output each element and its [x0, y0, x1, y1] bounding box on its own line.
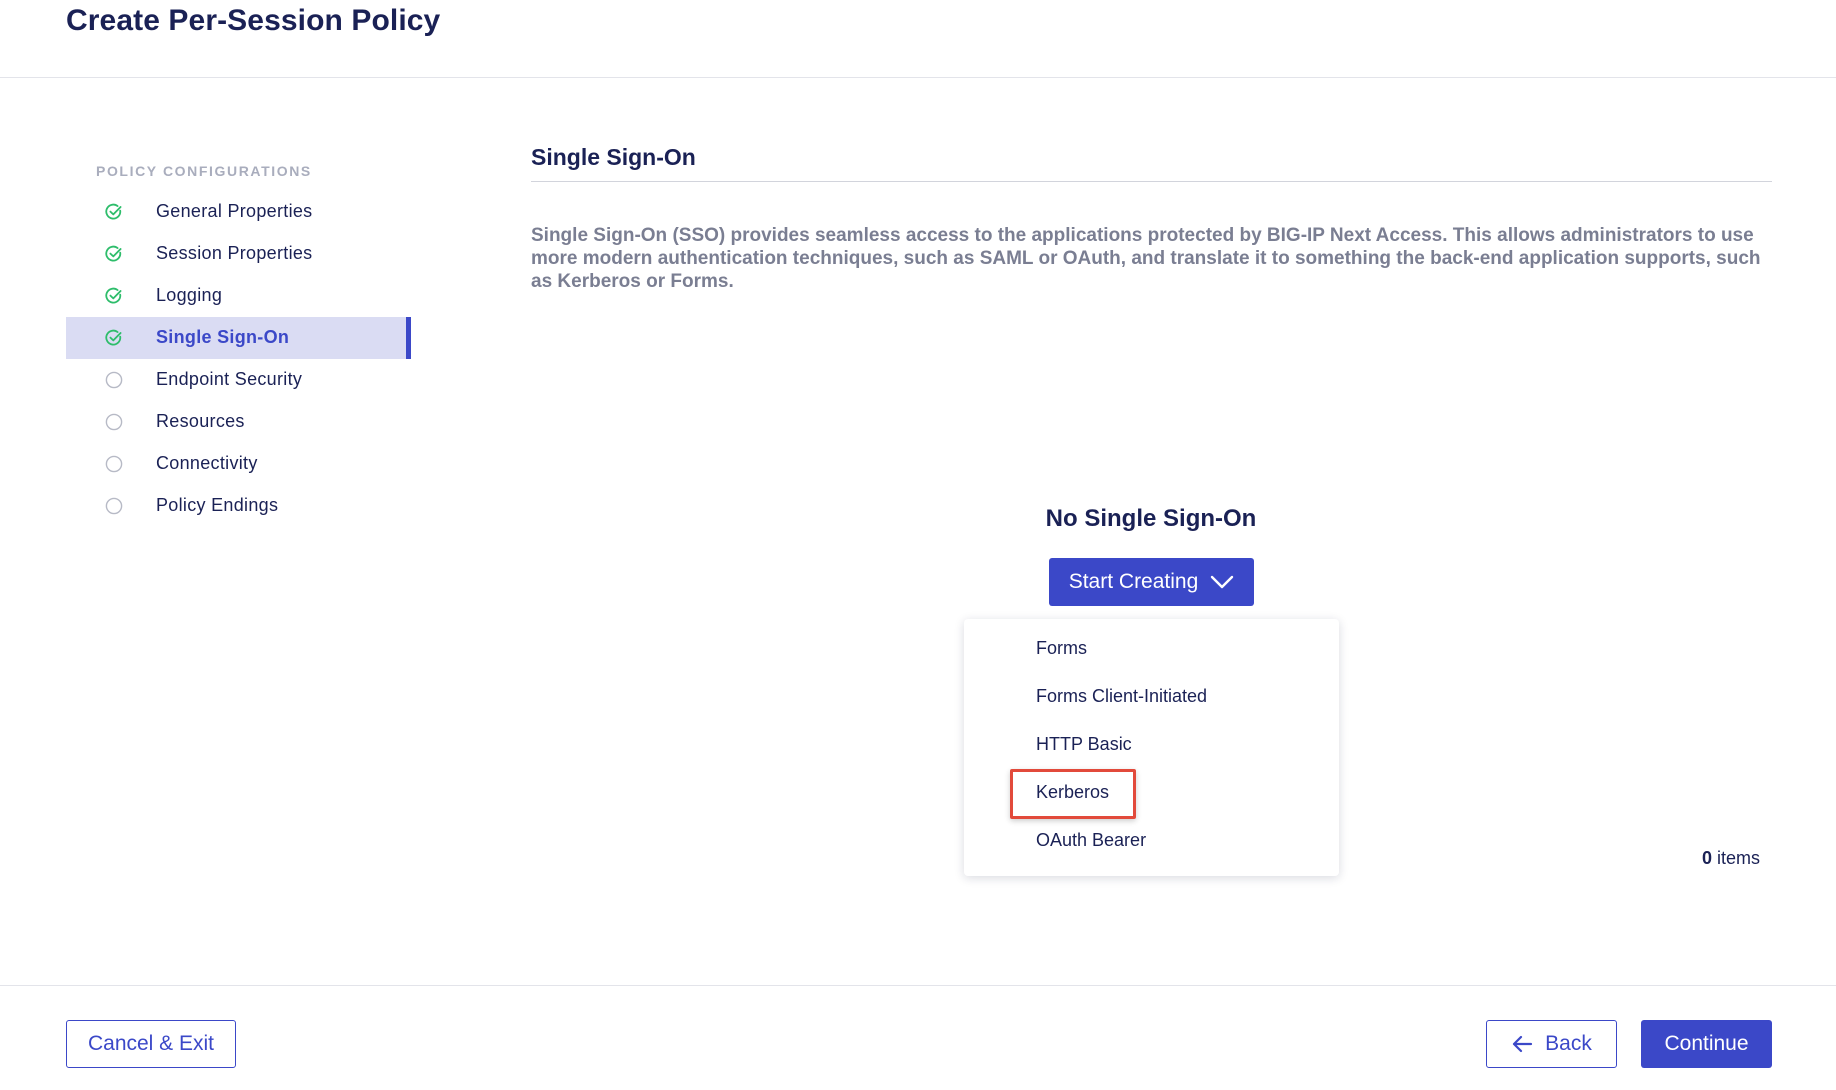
sidebar-item-label: Single Sign-On	[156, 327, 290, 347]
continue-button[interactable]: Continue	[1641, 1020, 1772, 1068]
chevron-down-icon	[1210, 575, 1234, 589]
back-label: Back	[1545, 1032, 1592, 1055]
empty-circle-icon	[105, 413, 123, 431]
menu-item-label: Forms Client-Initiated	[1036, 686, 1208, 706]
check-circle-icon	[105, 245, 123, 263]
items-count-value: 0	[1701, 848, 1712, 868]
items-count: 0 items	[1702, 848, 1760, 869]
menu-item-label: OAuth Bearer	[1036, 830, 1147, 850]
sidebar-item-endpoint-security[interactable]: Endpoint Security	[66, 359, 411, 401]
continue-label: Continue	[1664, 1032, 1749, 1055]
items-count-label: items	[1716, 848, 1760, 868]
sidebar-item-label: Session Properties	[156, 243, 313, 263]
section-divider	[531, 181, 1772, 182]
menu-item-http-basic[interactable]: HTTP Basic	[964, 721, 1339, 769]
menu-item-oauth-bearer[interactable]: OAuth Bearer	[964, 817, 1339, 865]
sidebar-item-connectivity[interactable]: Connectivity	[66, 443, 411, 485]
check-circle-icon	[105, 287, 123, 305]
sidebar-item-label: Endpoint Security	[156, 369, 303, 389]
sidebar-item-single-sign-on[interactable]: Single Sign-On	[66, 317, 411, 359]
sidebar-item-general-properties[interactable]: General Properties	[66, 191, 411, 233]
menu-item-forms-client-initiated[interactable]: Forms Client-Initiated	[964, 673, 1339, 721]
sso-type-dropdown-menu: Forms Forms Client-Initiated HTTP Basic …	[964, 619, 1339, 876]
menu-item-label: Kerberos	[1036, 782, 1110, 802]
cancel-exit-button[interactable]: Cancel & Exit	[66, 1020, 236, 1068]
footer-divider	[0, 985, 1836, 986]
empty-circle-icon	[105, 371, 123, 389]
sidebar-item-policy-endings[interactable]: Policy Endings	[66, 485, 411, 527]
sidebar-item-label: Logging	[156, 285, 223, 305]
menu-item-forms[interactable]: Forms	[964, 625, 1339, 673]
menu-item-label: HTTP Basic	[1036, 734, 1132, 754]
arrow-left-icon	[1511, 1035, 1533, 1053]
sidebar-item-label: General Properties	[156, 201, 313, 221]
sidebar-item-session-properties[interactable]: Session Properties	[66, 233, 411, 275]
start-creating-label: Start Creating	[1068, 570, 1199, 593]
sidebar-item-logging[interactable]: Logging	[66, 275, 411, 317]
page: Create Per-Session Policy POLICY CONFIGU…	[0, 0, 1836, 1090]
sidebar-item-label: Connectivity	[156, 453, 258, 473]
header: Create Per-Session Policy	[0, 0, 1836, 78]
empty-circle-icon	[105, 497, 123, 515]
sidebar-item-resources[interactable]: Resources	[66, 401, 411, 443]
check-circle-icon	[105, 203, 123, 221]
back-button[interactable]: Back	[1486, 1020, 1617, 1068]
page-title: Create Per-Session Policy	[66, 4, 441, 37]
check-circle-icon	[105, 329, 123, 347]
menu-item-kerberos[interactable]: Kerberos	[964, 769, 1339, 817]
cancel-exit-label: Cancel & Exit	[87, 1032, 215, 1055]
start-creating-button[interactable]: Start Creating	[1049, 558, 1254, 606]
sidebar-item-label: Policy Endings	[156, 495, 279, 515]
sidebar-item-label: Resources	[156, 411, 245, 431]
section-title: Single Sign-On	[531, 144, 696, 170]
empty-state-title: No Single Sign-On	[1045, 505, 1257, 532]
section-description: Single Sign-On (SSO) provides seamless a…	[531, 225, 1761, 292]
menu-item-label: Forms	[1036, 638, 1087, 658]
sidebar-heading: POLICY CONFIGURATIONS	[96, 163, 312, 179]
empty-circle-icon	[105, 455, 123, 473]
